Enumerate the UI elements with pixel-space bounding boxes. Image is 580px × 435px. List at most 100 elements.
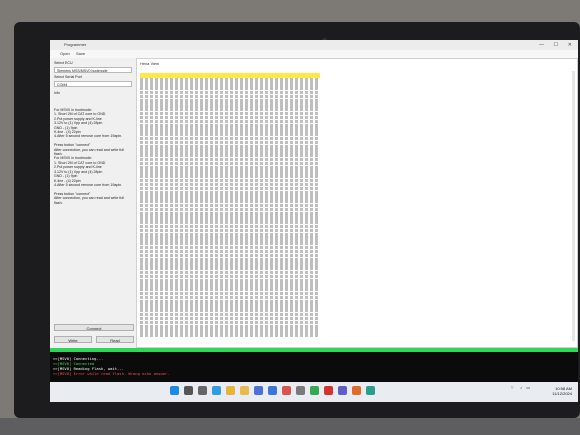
mail-icon[interactable] (268, 386, 277, 395)
hex-row (140, 115, 320, 120)
left-panel: Select ECU Siemens MSS/MSV0 bootmode Sel… (52, 58, 137, 348)
hex-row (140, 333, 320, 338)
hex-row (140, 287, 320, 291)
taskbar: ⌔ ♪ ▭ 10:58 AM 11/12/2024 (50, 382, 578, 402)
hex-row (140, 174, 320, 178)
hex-row (140, 270, 320, 275)
instructions-text: For MSV0 in bootmode: 1. Short 2M of CAT… (54, 108, 124, 205)
hex-row (140, 178, 320, 183)
hex-row (140, 103, 320, 107)
ecu-select[interactable]: Siemens MSS/MSV0 bootmode (54, 67, 132, 73)
explorer-icon[interactable] (240, 386, 249, 395)
clock-date: 11/12/2024 (552, 391, 572, 396)
hex-scrollbar[interactable] (572, 71, 575, 341)
clock[interactable]: 10:58 AM 11/12/2024 (552, 386, 572, 396)
hex-row (140, 111, 320, 116)
photos-icon[interactable] (282, 386, 291, 395)
hex-row (140, 258, 320, 262)
hex-row (140, 299, 320, 304)
select-ecu-label: Select ECU (54, 61, 73, 65)
select-port-label: Select Serial Port (54, 75, 82, 79)
hex-row (140, 291, 320, 296)
hex-row (140, 165, 320, 170)
menu-bar: Open Save (50, 50, 578, 58)
read-button[interactable]: Read (96, 336, 134, 343)
keyboard-edge (0, 418, 580, 435)
store-icon[interactable] (254, 386, 263, 395)
hex-row (140, 207, 320, 212)
hex-row (140, 220, 320, 224)
chrome-icon[interactable] (226, 386, 235, 395)
hex-row (140, 304, 320, 308)
hex-row (140, 316, 320, 321)
hex-row (140, 232, 320, 237)
chrome2-icon[interactable] (310, 386, 319, 395)
hex-row (140, 182, 320, 187)
write-button[interactable]: Write (54, 336, 92, 343)
edge-icon[interactable] (212, 386, 221, 395)
port-select[interactable]: COM4 (54, 81, 132, 87)
wifi-icon[interactable]: ⌔ (510, 385, 514, 391)
minimize-button[interactable]: — (539, 40, 544, 50)
search-icon[interactable] (184, 386, 193, 395)
volume-icon[interactable]: ♪ (520, 385, 522, 390)
settings-icon[interactable] (296, 386, 305, 395)
hex-row (140, 145, 320, 149)
maximize-button[interactable]: ☐ (554, 40, 558, 50)
hex-row (140, 136, 320, 141)
hex-row (140, 140, 320, 145)
hex-row (140, 320, 320, 325)
hex-row (140, 308, 320, 312)
hex-row (140, 94, 320, 99)
battery-icon[interactable]: ▭ (526, 385, 530, 390)
screen: Programmer — ☐ ✕ Open Save Select ECU Si… (50, 40, 578, 402)
hex-row (140, 283, 320, 287)
hex-row (140, 325, 320, 329)
taskview-icon[interactable] (198, 386, 207, 395)
hex-row (140, 279, 320, 283)
hex-row (140, 90, 320, 95)
hex-row (140, 245, 320, 250)
hex-row (140, 132, 320, 137)
hex-row (140, 98, 320, 103)
progress-fill (50, 348, 578, 352)
menu-open[interactable]: Open (60, 50, 70, 58)
windows-icon[interactable] (170, 386, 179, 395)
hex-row (140, 149, 320, 153)
hex-row (140, 157, 320, 162)
menu-save[interactable]: Save (76, 50, 85, 58)
hex-row (140, 186, 320, 191)
hex-row (140, 224, 320, 229)
teams-icon[interactable] (338, 386, 347, 395)
close-button[interactable]: ✕ (568, 40, 572, 50)
title-bar: Programmer — ☐ ✕ (50, 40, 578, 50)
app-icon[interactable] (366, 386, 375, 395)
hex-row (140, 128, 320, 132)
info-label: Info (54, 91, 60, 95)
opera-icon[interactable] (324, 386, 333, 395)
hex-view-title: Hexa View (140, 61, 160, 66)
hex-row (140, 161, 320, 166)
hex-row (140, 153, 320, 157)
hex-row (140, 191, 320, 195)
hex-row (140, 212, 320, 216)
hex-row (140, 124, 320, 128)
hex-row (140, 312, 320, 317)
log-line-4: >>[MSV0] Error while read flash. Wrong e… (53, 371, 170, 376)
hex-row (140, 266, 320, 271)
hex-row (140, 199, 320, 204)
hex-row (140, 228, 320, 233)
hex-row (140, 237, 320, 241)
hex-row (140, 329, 320, 333)
hex-row (140, 82, 320, 86)
hex-row (140, 295, 320, 300)
hex-row (140, 170, 320, 174)
hex-row (140, 262, 320, 266)
hex-data-rows (140, 78, 320, 338)
hex-row (140, 241, 320, 245)
hex-view: Hexa View (136, 58, 578, 348)
hex-row (140, 249, 320, 254)
window-title: Programmer (64, 42, 87, 47)
connect-button[interactable]: Connect (54, 324, 134, 331)
media-icon[interactable] (352, 386, 361, 395)
